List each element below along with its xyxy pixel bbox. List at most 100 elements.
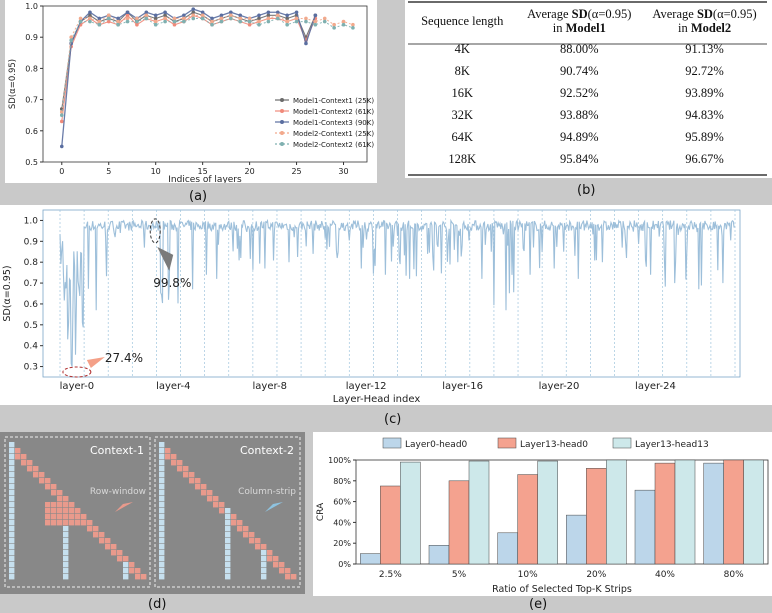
attention-cell <box>249 532 255 538</box>
attention-cell <box>45 478 51 484</box>
attention-cell <box>9 550 15 556</box>
series-line <box>61 14 316 122</box>
bar <box>743 459 764 565</box>
data-point <box>191 7 196 11</box>
attention-cell <box>9 460 15 466</box>
caption-e: (e) <box>529 597 548 612</box>
attention-cell <box>81 514 87 520</box>
table-row: 16K 92.52% 93.89% <box>408 82 767 104</box>
y-tick-label: 0% <box>338 560 351 569</box>
pattern-note: Column-strip <box>238 487 296 497</box>
cell: 93.88% <box>560 107 599 122</box>
bar <box>517 474 538 565</box>
x-tick-label: 20% <box>586 570 606 580</box>
attention-cell <box>225 568 231 574</box>
attention-cell <box>159 514 165 520</box>
attention-cell <box>159 526 165 532</box>
x-tick-label: 30 <box>338 167 348 176</box>
attention-cell <box>9 532 15 538</box>
cell: 95.84% <box>560 151 599 166</box>
attention-cell <box>207 490 213 496</box>
attention-cell <box>207 496 213 502</box>
x-axis-label: Indices of layers <box>168 175 242 183</box>
attention-cell <box>69 508 75 514</box>
bar <box>428 545 450 565</box>
attention-cell <box>57 502 63 508</box>
attention-cell <box>225 520 231 526</box>
attention-cell <box>21 454 27 460</box>
attention-cell <box>9 484 15 490</box>
attention-cell <box>195 484 201 490</box>
caption-c: (c) <box>384 412 402 427</box>
bar <box>654 462 676 565</box>
data-point <box>275 10 280 15</box>
attention-cell <box>261 556 267 562</box>
bar <box>400 461 421 565</box>
attention-cell <box>81 520 87 526</box>
attention-cell <box>225 538 231 544</box>
data-point <box>257 13 261 18</box>
attention-cell <box>225 544 231 550</box>
attention-cell <box>63 574 69 580</box>
data-point <box>219 13 224 18</box>
attention-cell <box>27 466 33 472</box>
data-point <box>266 13 271 18</box>
attention-cell <box>63 526 69 532</box>
attention-cell <box>219 508 225 514</box>
header-model2: Average SD(α=0.95) in Model2 <box>652 7 757 35</box>
data-point <box>210 22 214 27</box>
attention-cell <box>87 520 93 526</box>
x-tick-label: layer-24 <box>635 381 676 392</box>
cell: 93.89% <box>685 85 724 100</box>
attention-cell <box>159 466 165 472</box>
legend-marker <box>280 120 284 124</box>
legend-label: Model2-Context2 (61K) <box>293 141 374 149</box>
attention-cell <box>51 490 57 496</box>
attention-cell <box>159 490 165 496</box>
bar <box>497 532 518 565</box>
data-point <box>106 19 111 24</box>
attention-cell <box>63 562 69 568</box>
legend-label: Model1-Context3 (90K) <box>293 119 374 127</box>
data-point <box>182 16 186 21</box>
attention-cell <box>9 502 15 508</box>
annotation-ellipse <box>62 366 92 378</box>
attention-cell <box>159 568 165 574</box>
cell: 96.67% <box>685 151 724 166</box>
bar <box>723 459 744 565</box>
data-point <box>135 19 139 24</box>
data-point <box>153 13 158 18</box>
attention-cell <box>69 502 75 508</box>
data-point <box>153 22 158 27</box>
x-tick-label: 10 <box>151 167 161 176</box>
data-point <box>163 19 167 24</box>
attention-cell <box>39 472 45 478</box>
header-seq-length: Sequence length <box>421 14 504 28</box>
data-point <box>125 10 130 15</box>
attention-cell <box>159 520 165 526</box>
attention-cell <box>15 454 21 460</box>
attention-cell <box>195 478 201 484</box>
attention-cell <box>285 568 291 574</box>
annotation-arrow <box>86 356 105 368</box>
panel-e: 0% 20% 40% 60% 80% 100% CRA Ratio of Selected T… <box>313 432 772 596</box>
attention-cell <box>123 574 129 580</box>
attention-cell <box>261 568 267 574</box>
attention-cell <box>135 568 141 574</box>
attention-cell <box>159 508 165 514</box>
y-axis-label: SD(α=0.95) <box>2 265 13 321</box>
x-tick-label: 0 <box>59 167 64 176</box>
cell: 92.52% <box>560 85 599 100</box>
data-point <box>247 22 252 27</box>
attention-cell <box>75 520 81 526</box>
annotation-label: 27.4% <box>105 351 143 365</box>
attention-cell <box>213 496 219 502</box>
data-point <box>266 10 271 15</box>
legend-label: Layer13-head13 <box>635 440 709 450</box>
attention-cell <box>129 562 135 568</box>
data-point <box>97 19 102 24</box>
data-point <box>69 38 73 43</box>
x-tick-label: 5% <box>452 570 467 580</box>
attention-cell <box>261 574 267 580</box>
data-point <box>144 13 149 18</box>
